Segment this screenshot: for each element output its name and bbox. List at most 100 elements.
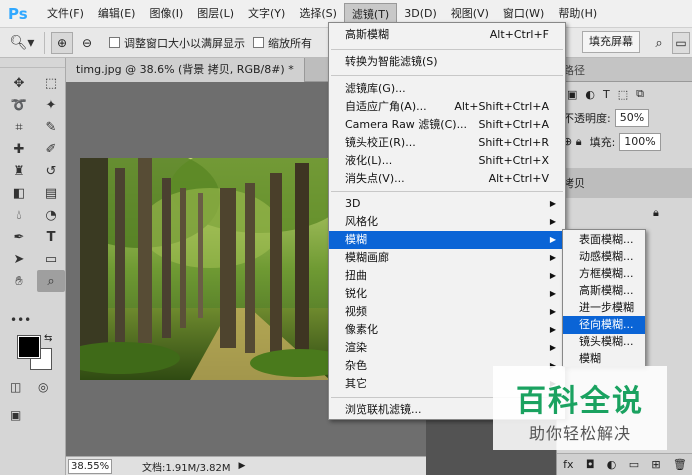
menu-item-liquify[interactable]: 液化(L)... Shift+Ctrl+X [329, 152, 565, 170]
menu-item-3d[interactable]: 3D ▶ [329, 195, 565, 213]
adjustment-layer-icon[interactable]: ◐ [607, 458, 617, 471]
menu-item-adaptive-wide-angle[interactable]: 自适应广角(A)... Alt+Shift+Ctrl+A [329, 98, 565, 116]
zoom-in-icon: ⊕ [56, 35, 68, 50]
divider [44, 31, 45, 54]
default-colors-icon[interactable]: ◫ [10, 380, 21, 394]
group-icon[interactable]: ▭ [629, 458, 639, 471]
menu-layer[interactable]: 图层(L) [190, 3, 241, 25]
lasso-tool-icon[interactable]: ➰ [5, 94, 33, 116]
menu-item-blur-gallery[interactable]: 模糊画廊 ▶ [329, 249, 565, 267]
zoom-out-button[interactable]: ⊖ [76, 32, 98, 54]
menu-item-convert-smart-filter[interactable]: 转换为智能滤镜(S) [329, 53, 565, 71]
screen-mode-icon[interactable]: ▣ [10, 408, 21, 422]
search-icon[interactable]: ⌕ [648, 32, 670, 54]
foreground-color-swatch[interactable] [18, 336, 40, 358]
resize-windows-checkbox[interactable] [109, 37, 120, 48]
submenu-item-lens-blur[interactable]: 镜头模糊... [563, 333, 645, 351]
move-tool-icon[interactable]: ✥ [5, 72, 33, 94]
eraser-tool-icon[interactable]: ◧ [5, 182, 33, 204]
filter-menu: 高斯模糊 Alt+Ctrl+F 转换为智能滤镜(S) 滤镜库(G)... 自适应广… [328, 22, 566, 420]
opacity-row: 不透明度: 50% [557, 106, 692, 130]
menu-item-vanishing-point[interactable]: 消失点(V)... Alt+Ctrl+V [329, 170, 565, 188]
workspace-icon[interactable]: ▭ [672, 32, 690, 54]
layer-row[interactable]: 拷贝 [557, 168, 692, 198]
menu-item-gaussian-blur-last[interactable]: 高斯模糊 Alt+Ctrl+F [329, 26, 565, 44]
swap-colors-icon[interactable]: ⇆ [44, 333, 52, 344]
layers-panel-footer: fx ◘ ◐ ▭ ⊞ 🗑︎ [557, 453, 692, 475]
submenu-item-box-blur[interactable]: 方框模糊... [563, 265, 645, 283]
menu-file[interactable]: 文件(F) [40, 3, 91, 25]
crop-tool-icon[interactable]: ⌗ [5, 116, 33, 138]
quick-mask-icon[interactable]: ◎ [38, 380, 48, 394]
more-tools-icon[interactable]: ••• [10, 313, 31, 327]
menu-separator [331, 75, 563, 76]
type-filter-icon[interactable]: T [603, 88, 610, 101]
path-selection-tool-icon[interactable]: ➤ [5, 248, 33, 270]
marquee-tool-icon[interactable]: ⬚ [37, 72, 65, 94]
type-tool-icon[interactable]: T [37, 226, 65, 248]
submenu-item-motion-blur[interactable]: 动感模糊... [563, 248, 645, 266]
menu-item-video[interactable]: 视频 ▶ [329, 303, 565, 321]
submenu-arrow-icon: ▶ [549, 289, 556, 298]
dodge-tool-icon[interactable]: ◔ [37, 204, 65, 226]
layer-mask-icon[interactable]: ◘ [586, 458, 595, 471]
layer-lock-icon: 🔒︎ [653, 206, 659, 219]
shape-filter-icon[interactable]: ⬚ [618, 88, 628, 101]
menu-item-distort[interactable]: 扭曲 ▶ [329, 267, 565, 285]
fill-field[interactable]: 100% [619, 133, 661, 151]
layer-name: 拷贝 [563, 177, 585, 190]
rectangle-tool-icon[interactable]: ▭ [37, 248, 65, 270]
menu-type[interactable]: 文字(Y) [241, 3, 292, 25]
menu-item-filter-gallery[interactable]: 滤镜库(G)... [329, 80, 565, 98]
document-size-info: 文档:1.91M/3.82M [142, 462, 231, 474]
document-tab[interactable]: timg.jpg @ 38.6% (背景 拷贝, RGB/8#) * [66, 58, 305, 82]
submenu-arrow-icon: ▶ [549, 271, 556, 280]
layer-filter-icons: ▣ ◐ T ⬚ ⧉ [557, 82, 692, 106]
submenu-item-blur-more[interactable]: 进一步模糊 [563, 299, 645, 317]
fill-row: ⊕ 🔒︎ 填充: 100% [557, 130, 692, 154]
zoom-level-field[interactable]: 38.55% [68, 458, 112, 474]
history-brush-tool-icon[interactable]: ↺ [37, 160, 65, 182]
submenu-item-gaussian-blur[interactable]: 高斯模糊... [563, 282, 645, 300]
gradient-tool-icon[interactable]: ▤ [37, 182, 65, 204]
menu-image[interactable]: 图像(I) [142, 3, 190, 25]
zoom-all-checkbox[interactable] [253, 37, 264, 48]
submenu-arrow-icon: ▶ [549, 343, 556, 352]
status-menu-arrow-icon[interactable]: ▶ [239, 461, 246, 471]
submenu-item-radial-blur[interactable]: 径向模糊... [563, 316, 645, 334]
zoom-tool-preset-icon[interactable]: 🔍︎▾ [6, 31, 38, 55]
smart-object-filter-icon[interactable]: ⧉ [636, 87, 644, 101]
menu-separator [331, 191, 563, 192]
menu-item-camera-raw[interactable]: Camera Raw 滤镜(C)... Shift+Ctrl+A [329, 116, 565, 134]
menu-item-stylize[interactable]: 风格化 ▶ [329, 213, 565, 231]
fx-icon[interactable]: fx [563, 458, 573, 471]
menu-item-render[interactable]: 渲染 ▶ [329, 339, 565, 357]
zoom-tool-icon[interactable]: ⌕ [37, 270, 65, 292]
menu-item-pixelate[interactable]: 像素化 ▶ [329, 321, 565, 339]
menu-item-lens-correction[interactable]: 镜头校正(R)... Shift+Ctrl+R [329, 134, 565, 152]
opacity-label: 不透明度: [563, 112, 611, 125]
hand-tool-icon[interactable]: ✋︎ [5, 270, 33, 292]
healing-brush-tool-icon[interactable]: ✚ [5, 138, 33, 160]
zoom-in-button[interactable]: ⊕ [51, 31, 73, 54]
adjustment-filter-icon[interactable]: ◐ [585, 88, 595, 101]
forest-photo [80, 158, 330, 380]
menu-item-blur[interactable]: 模糊 ▶ [329, 231, 565, 249]
fill-screen-button[interactable]: 填充屏幕 [582, 31, 640, 53]
opacity-field[interactable]: 50% [614, 109, 650, 127]
magic-wand-tool-icon[interactable]: ✦ [37, 94, 65, 116]
eyedropper-tool-icon[interactable]: ✎ [37, 116, 65, 138]
submenu-item-surface-blur[interactable]: 表面模糊... [563, 231, 645, 249]
clone-stamp-tool-icon[interactable]: ♜ [5, 160, 33, 182]
delete-layer-icon[interactable]: 🗑︎ [673, 458, 687, 471]
pen-tool-icon[interactable]: ✒ [5, 226, 33, 248]
tools-panel: ✥ ⬚ ➰ ✦ ⌗ ✎ ✚ ✐ ♜ ↺ ◧ ▤ 💧︎ ◔ ✒ T ➤ ▭ ✋︎ … [0, 58, 66, 475]
paths-tab[interactable]: 路径 [563, 62, 585, 78]
blur-tool-icon[interactable]: 💧︎ [5, 204, 33, 226]
new-layer-icon[interactable]: ⊞ [651, 458, 660, 471]
menu-item-sharpen[interactable]: 锐化 ▶ [329, 285, 565, 303]
menu-edit[interactable]: 编辑(E) [91, 3, 143, 25]
toolbar-grip[interactable] [0, 58, 65, 68]
pixel-filter-icon[interactable]: ▣ [567, 88, 577, 101]
brush-tool-icon[interactable]: ✐ [37, 138, 65, 160]
